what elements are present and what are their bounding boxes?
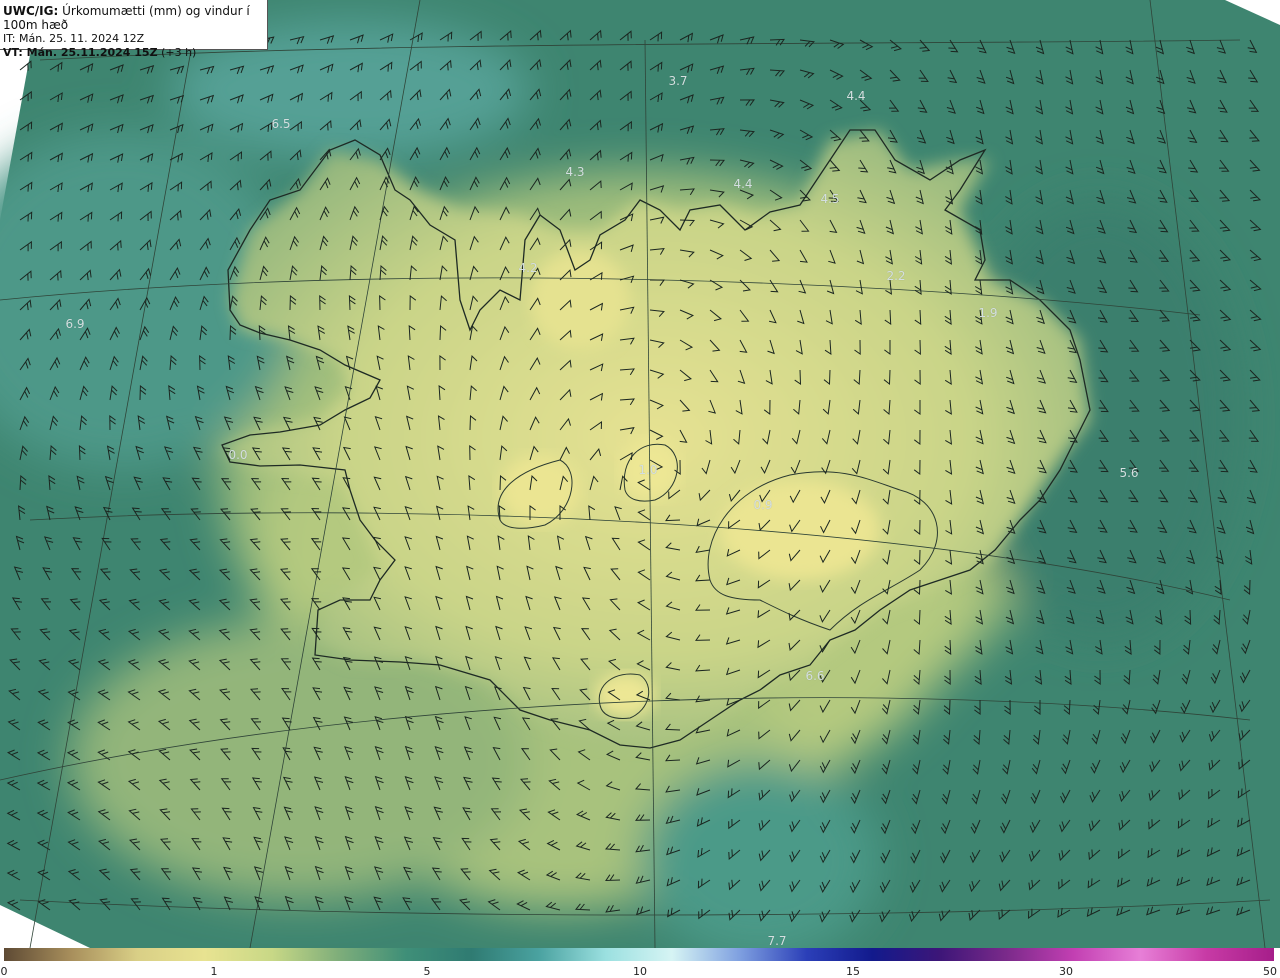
colorbar-tick: 5 bbox=[423, 965, 431, 978]
forecast-map[interactable]: 3.7 4.4 6.5 4.3 4.4 4.5 4.2 2.2 6.9 1.9 … bbox=[0, 0, 1280, 948]
value-label: 7.7 bbox=[767, 934, 787, 948]
valid-time-line: VT: Mán. 25.11.2024 15Z (+3 h) bbox=[3, 46, 267, 60]
title-line: UWC/IG: Úrkomumætti (mm) og vindur í 100… bbox=[3, 4, 267, 32]
value-label: 4.2 bbox=[518, 261, 538, 275]
value-label: 6.5 bbox=[271, 117, 291, 131]
value-label: 4.4 bbox=[733, 177, 753, 191]
colorbar: 0 1 5 10 15 30 50 bbox=[0, 948, 1280, 978]
value-label: 2.2 bbox=[886, 269, 906, 283]
forecast-offset: (+3 h) bbox=[161, 46, 197, 59]
value-label: 4.3 bbox=[565, 165, 585, 179]
colorbar-tick: 10 bbox=[633, 965, 647, 978]
value-label: 1.9 bbox=[978, 306, 998, 320]
value-label: 5.6 bbox=[1119, 466, 1139, 480]
value-label: 3.7 bbox=[668, 74, 688, 88]
colorbar-strip bbox=[4, 948, 1274, 961]
colorbar-tick: 1 bbox=[210, 965, 218, 978]
value-label: 4.5 bbox=[820, 192, 840, 206]
colorbar-tick: 50 bbox=[1263, 965, 1277, 978]
map-info-box: UWC/IG: Úrkomumætti (mm) og vindur í 100… bbox=[0, 0, 268, 59]
value-label: 6.6 bbox=[805, 669, 825, 683]
value-label: 4.4 bbox=[846, 89, 866, 103]
value-label: 6.9 bbox=[65, 317, 85, 331]
colorbar-tick: 30 bbox=[1059, 965, 1073, 978]
colorbar-tick: 0 bbox=[0, 965, 8, 978]
value-label: 1.0 bbox=[638, 463, 658, 477]
valid-time: VT: Mán. 25.11.2024 15Z bbox=[3, 46, 158, 59]
value-label: 0.0 bbox=[228, 448, 248, 462]
colorbar-tick: 15 bbox=[846, 965, 860, 978]
init-time: IT: Mán. 25. 11. 2024 12Z bbox=[3, 32, 145, 45]
value-label: 0.9 bbox=[753, 498, 773, 512]
model-name: UWC/IG: bbox=[3, 4, 59, 18]
